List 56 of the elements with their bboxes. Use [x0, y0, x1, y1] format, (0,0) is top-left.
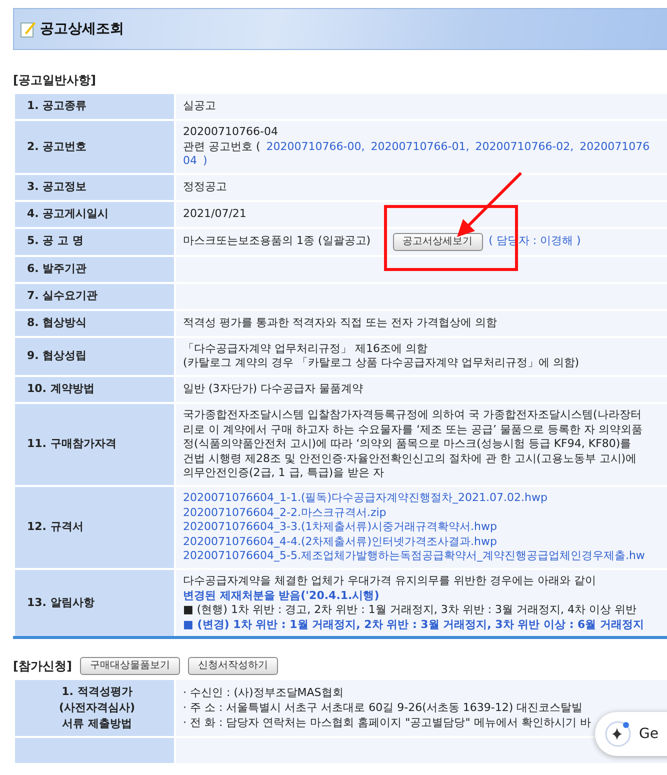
row-label: 10. 계약방법	[14, 376, 175, 403]
link[interactable]: 04	[183, 154, 197, 169]
cell-text: 리로 이 계약에서 구매 하고자 하는 수요물자를 ‘제조 또는 공급’ 물품으로 등록한 자 의약외품	[183, 422, 642, 438]
cell-text: 적격성 평가를 통과한 적격자와 직접 또는 전자 가격협상에 의함	[183, 316, 497, 331]
row-label: 13. 알림사항	[14, 568, 175, 638]
cell-text: (카탈로그 계약의 경우 「카탈로그 상품 다수공급자계약 업무처리규정」에 의함)	[183, 356, 580, 371]
link[interactable]: 2020071076604_1-1.(필독)다수공급자계약진행절차_2021.07.02.hwp	[183, 490, 548, 506]
cell-text: 다수공급자계약을 체결한 업체가 우대가격 유지의무를 위반한 경우에는 아래와 같이	[183, 574, 596, 588]
detail-button[interactable]: 공고서상세보기	[392, 232, 483, 251]
notice-text: ■ (변경) 1차 위반 : 1월 거래정지, 2차 위반 : 3월 거래정지, 3차 위반 이상 : 6월 거래정지	[183, 618, 644, 632]
action-button[interactable]: 구매대상물품보기	[80, 657, 180, 676]
cell-text: 관련 공고번호 (	[183, 140, 260, 154]
row-label: 9. 협상성립	[14, 336, 175, 376]
cell-text: 정(식품의약품안전처 고시)에 따라 ‘의약외 품목으로 마스크(성능시험 등급 KF94, KF80)를	[183, 437, 632, 452]
row-label: 1. 적격성평가 (사전자격심사) 서류 제출방법	[14, 679, 175, 738]
sparkle-icon	[605, 721, 631, 747]
cell-text: 정정공고	[183, 180, 227, 195]
cell-text: 국가종합전자조달시스템 입찰참가자격등록규정에 의하여 국 가종합전자조달시스템(나라장터	[183, 408, 642, 423]
section-heading: [공고일반사항]	[13, 72, 97, 89]
section-heading: [참가신청]	[13, 658, 72, 675]
link[interactable]: 2020071076604_2-2.마스크규격서.zip	[183, 506, 386, 520]
cell-text: 2021/07/21	[183, 206, 246, 222]
action-button[interactable]: 신청서작성하기	[188, 657, 278, 676]
row-label: 12. 규격서	[14, 486, 175, 569]
cell-text: · 주 소 : 서울특별시 서초구 서초대로 60길 9-26(서초동 1639-12) 대진코스탈빌	[183, 700, 583, 716]
cell-text: 20200710766-04	[183, 125, 278, 140]
cell-text: 일반 (3자단가) 다수공급자 물품계약	[183, 382, 364, 397]
row-label: 8. 협상방식	[14, 310, 175, 337]
cell-text: 마스크또는보조용품의 1종 (일괄공고)	[183, 234, 371, 250]
row-label: 7. 실수요기관	[14, 282, 175, 310]
link[interactable]: 2020071076	[580, 140, 650, 154]
assistant-chip[interactable]: Ge	[595, 712, 667, 756]
cell-text: ■ (현행) 1차 위반 : 경고, 2차 위반 : 1월 거래정지, 3차 위반 : 3월 거래정지, 4차 이상 위반	[183, 603, 637, 618]
cell-text: 의무안전인증(2급, 1 급, 특급)을 받은 자	[183, 466, 384, 481]
memo-icon	[20, 20, 36, 38]
row-label: 6. 발주기관	[14, 256, 175, 283]
cell-text: · 수신인 : (사)정부조달MAS협회	[183, 686, 344, 701]
link[interactable]: 2020071076604_3-3.(1차제출서류)시중거래규격확약서.hwp	[183, 520, 497, 535]
link[interactable]: 2020071076604_4-4.(2차제출서류)인터넷가격조사결과.hwp	[183, 534, 497, 550]
row-label: 2. 공고번호	[14, 120, 175, 174]
link[interactable]: 20200710766-01,	[370, 140, 470, 154]
page-title: 공고상세조회	[40, 20, 124, 38]
link[interactable]: 20200710766-02,	[475, 140, 574, 154]
notice-text: 변경된 제재처분을 받음('20.4.1.시행)	[183, 588, 380, 604]
cell-text: 「다수공급자계약 업무처리규정」 제16조에 의함	[183, 342, 428, 356]
row-label: 1. 공고종류	[14, 93, 175, 120]
link[interactable]: 2020071076604_5-5.제조업체가발행하는독점공급확약서_계약진행공급업체인경우제출.hw	[183, 549, 645, 564]
row-label: 3. 공고정보	[14, 174, 175, 201]
cell-text: 실공고	[183, 99, 216, 114]
row-label: 11. 구매참가자격	[14, 402, 175, 486]
cell-text: · 전 화 : 담당자 연락처는 마스협회 홈페이지 "공고별담당" 메뉴에서 확인하시기 바	[183, 716, 591, 730]
row-label: 4. 공고게시일시	[14, 200, 175, 228]
row-label: 5. 공 고 명	[14, 228, 175, 256]
link[interactable]: 20200710766-00,	[266, 140, 365, 154]
link[interactable]: )	[203, 154, 208, 169]
cell-text: 건법 시행령 제28조 및 안전인증·자율안전확인신고의 절차에 관 한 고시(고용노동부 고시)에	[183, 452, 637, 466]
